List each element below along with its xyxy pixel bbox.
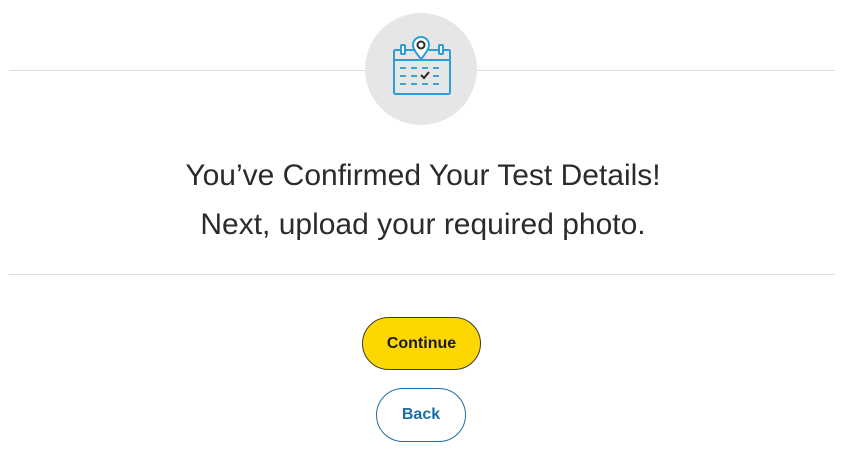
back-button[interactable]: Back bbox=[376, 388, 466, 442]
confirmation-heading: You’ve Confirmed Your Test Details! bbox=[185, 159, 661, 192]
bottom-divider bbox=[9, 274, 835, 275]
icon-circle bbox=[365, 13, 477, 125]
confirmation-page: You’ve Confirmed Your Test Details! Next… bbox=[0, 0, 846, 450]
calendar-location-check-icon bbox=[393, 36, 451, 95]
continue-button[interactable]: Continue bbox=[362, 317, 481, 370]
next-step-text: Next, upload your required photo. bbox=[200, 208, 646, 241]
